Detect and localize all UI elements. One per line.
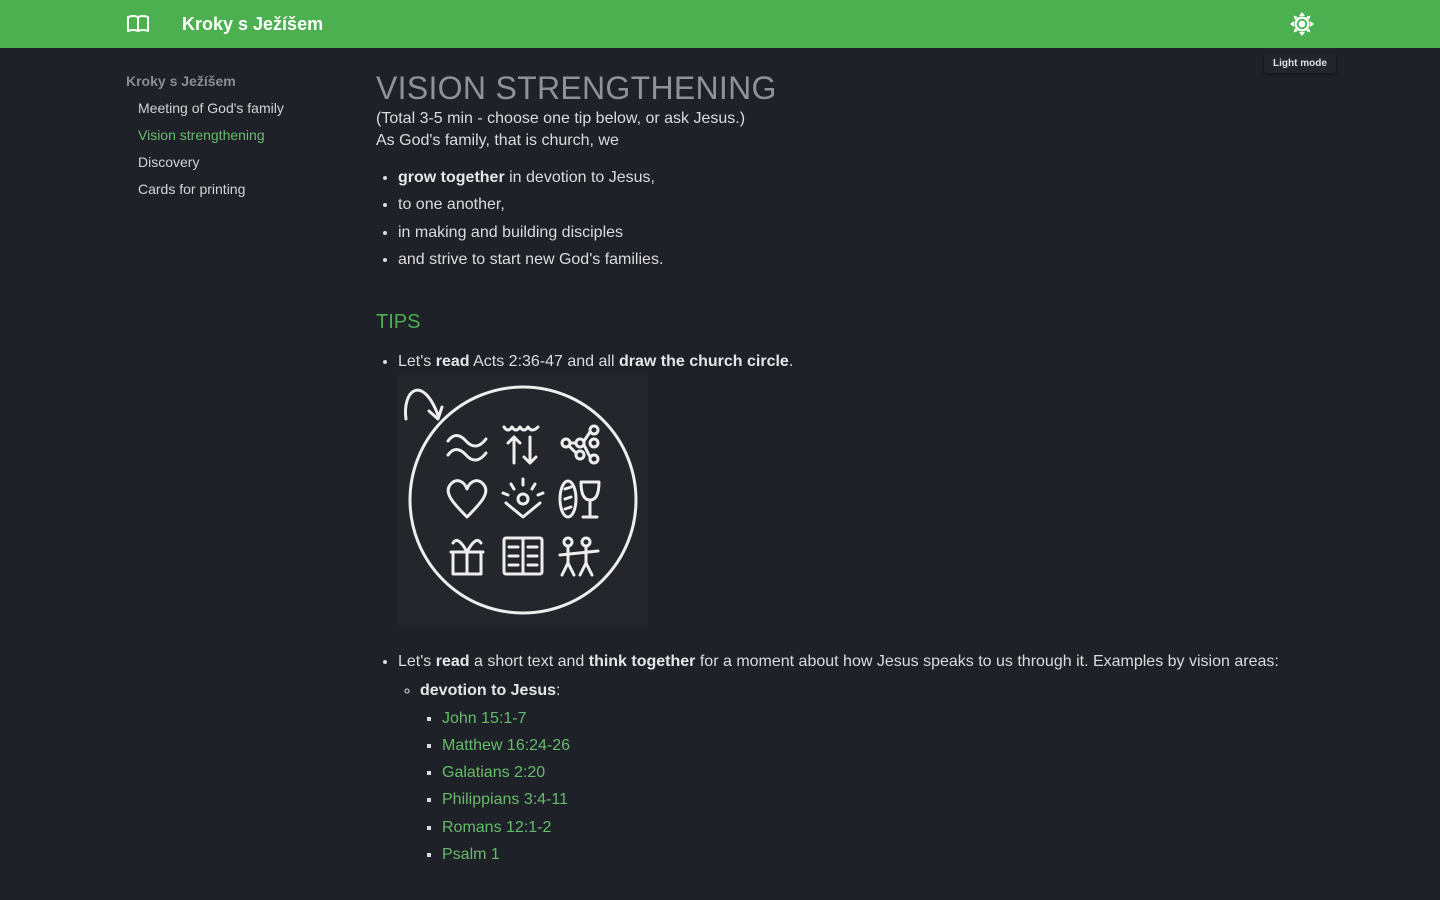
list-item: John 15:1-7	[442, 708, 1376, 730]
list-item: Galatians 2:20	[442, 762, 1376, 784]
site-title[interactable]: Kroky s Ježíšem	[182, 13, 323, 35]
scripture-link[interactable]: Matthew 16:24-26	[442, 737, 570, 754]
book-icon[interactable]	[126, 14, 150, 34]
scripture-link[interactable]: Psalm 1	[442, 846, 500, 863]
list-item: Matthew 16:24-26	[442, 735, 1376, 757]
sidebar-item-vision[interactable]: Vision strengthening	[138, 126, 346, 144]
sidebar-heading[interactable]: Kroky s Ježíšem	[126, 72, 346, 90]
list-item: Psalm 1	[442, 844, 1376, 866]
scripture-link[interactable]: John 15:1-7	[442, 710, 527, 727]
tips-heading: TIPS	[376, 310, 421, 333]
list-item: Philippians 3:4-11	[442, 789, 1376, 811]
tips-list: Let's read Acts 2:36-47 and all draw the…	[376, 351, 1376, 866]
list-item: in making and building disciples	[398, 222, 1376, 244]
scripture-link[interactable]: Romans 12:1-2	[442, 819, 551, 836]
top-bar: Kroky s Ježíšem	[0, 0, 1440, 48]
page-title: VISION STRENGTHENING	[376, 70, 777, 106]
sidebar-item-discovery[interactable]: Discovery	[138, 153, 346, 171]
sun-icon[interactable]	[1288, 10, 1316, 38]
list-item: Romans 12:1-2	[442, 817, 1376, 839]
sidebar-item-cards[interactable]: Cards for printing	[138, 180, 346, 198]
scripture-link[interactable]: Philippians 3:4-11	[442, 791, 568, 808]
list-item: grow together in devotion to Jesus,	[398, 167, 1376, 189]
main-content: VISION STRENGTHENING (Total 3-5 min - ch…	[376, 68, 1376, 871]
intro-text: (Total 3-5 min - choose one tip below, o…	[376, 110, 746, 127]
sidebar: Kroky s Ježíšem Meeting of God's family …	[126, 72, 346, 207]
vision-area-item: devotion to Jesus: John 15:1-7 Matthew 1…	[420, 680, 1376, 866]
list-item: and strive to start new God's families.	[398, 249, 1376, 271]
vision-areas-list: devotion to Jesus: John 15:1-7 Matthew 1…	[398, 680, 1376, 866]
sidebar-item-meeting[interactable]: Meeting of God's family	[138, 99, 346, 117]
list-item: to one another,	[398, 194, 1376, 216]
lead-text: As God's family, that is church, we	[376, 132, 619, 149]
vision-list: grow together in devotion to Jesus, to o…	[376, 167, 1376, 271]
tip-item: Let's read a short text and think togeth…	[398, 651, 1376, 866]
tip-item: Let's read Acts 2:36-47 and all draw the…	[398, 351, 1376, 625]
scripture-list: John 15:1-7 Matthew 16:24-26 Galatians 2…	[420, 708, 1376, 866]
scripture-link[interactable]: Galatians 2:20	[442, 764, 545, 781]
church-circle-image	[398, 374, 648, 625]
